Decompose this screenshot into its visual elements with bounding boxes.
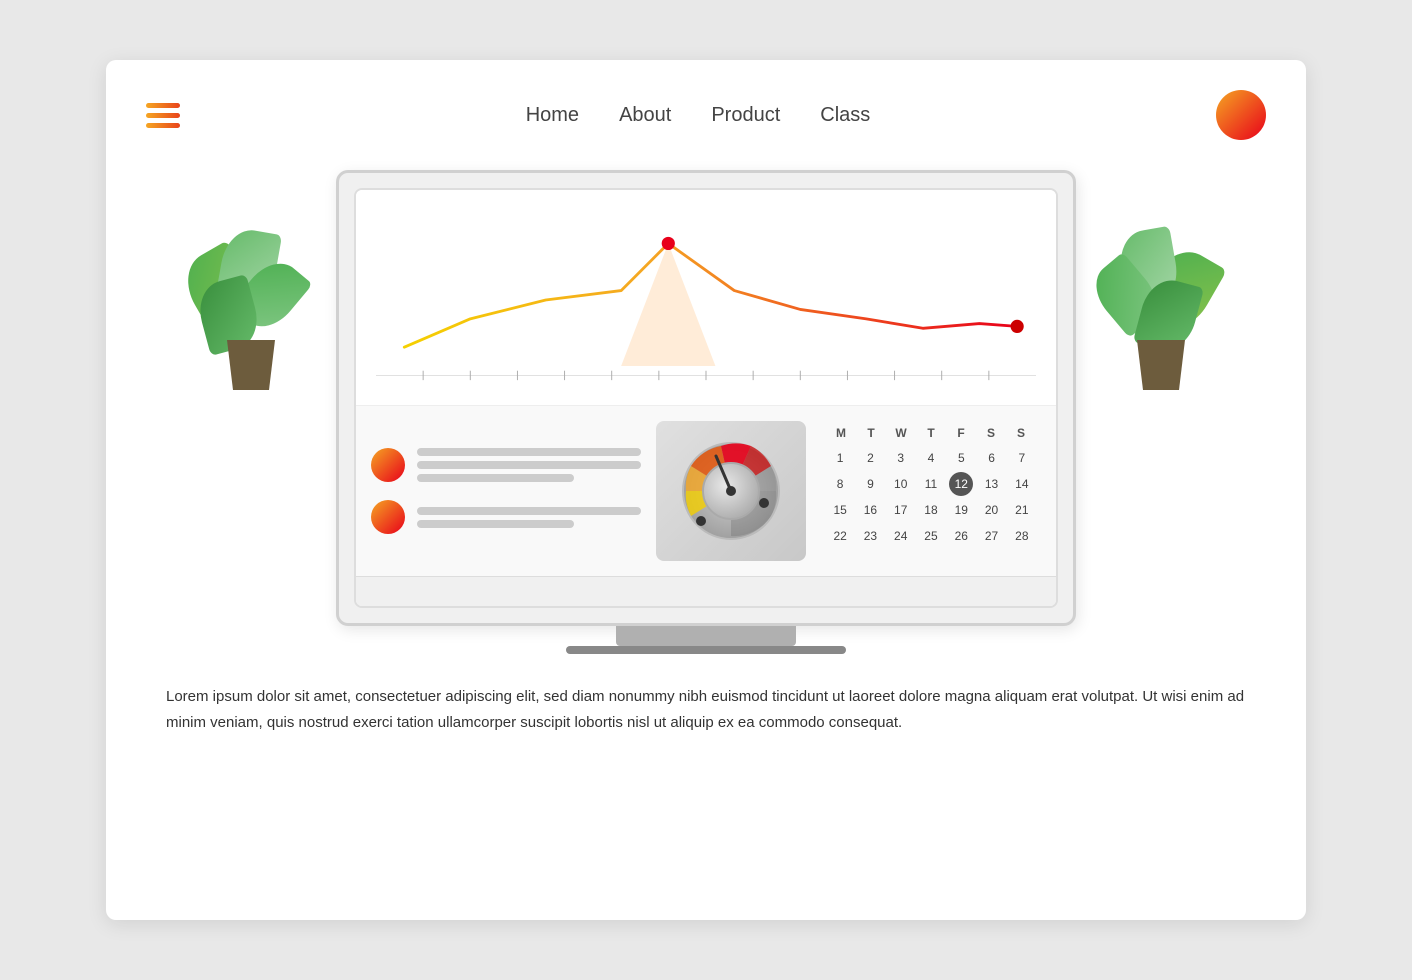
- monitor-base: [566, 646, 846, 654]
- pot-left: [221, 340, 281, 390]
- bottom-section: M T W T F S S 1 2: [356, 406, 1056, 576]
- cal-day[interactable]: 9: [858, 472, 882, 496]
- brand-circle: [1216, 90, 1266, 140]
- plant-leaves-left: [191, 230, 311, 350]
- cal-day[interactable]: 27: [980, 524, 1004, 548]
- cal-day[interactable]: 24: [889, 524, 913, 548]
- monitor: M T W T F S S 1 2: [336, 170, 1076, 626]
- item-dot-1: [371, 448, 405, 482]
- cal-day[interactable]: 11: [919, 472, 943, 496]
- hamburger-menu[interactable]: [146, 103, 180, 128]
- cal-day[interactable]: 2: [858, 446, 882, 470]
- item-line: [417, 461, 641, 469]
- cal-day[interactable]: 1: [828, 446, 852, 470]
- monitor-footer-bar: [356, 576, 1056, 606]
- cal-day[interactable]: 15: [828, 498, 852, 522]
- cal-day[interactable]: 7: [1010, 446, 1034, 470]
- hamburger-line-3: [146, 123, 180, 128]
- cal-header-s2: S: [1006, 426, 1036, 440]
- list-panel: [371, 421, 641, 561]
- nav-about[interactable]: About: [619, 104, 671, 127]
- item-lines-2: [417, 507, 641, 528]
- chart-area: [356, 190, 1056, 406]
- gauge-panel: [656, 421, 806, 561]
- cal-day[interactable]: 22: [828, 524, 852, 548]
- cal-header-w: W: [886, 426, 916, 440]
- cal-day[interactable]: 21: [1010, 498, 1034, 522]
- main-nav: Home About Product Class: [526, 104, 871, 127]
- list-item-1: [371, 448, 641, 482]
- cal-day[interactable]: 17: [889, 498, 913, 522]
- item-line: [417, 448, 641, 456]
- cal-header-s: S: [976, 426, 1006, 440]
- cal-day[interactable]: 6: [980, 446, 1004, 470]
- cal-day[interactable]: 19: [949, 498, 973, 522]
- monitor-screen: M T W T F S S 1 2: [354, 188, 1058, 608]
- cal-day[interactable]: 23: [858, 524, 882, 548]
- item-line: [417, 520, 574, 528]
- cal-day[interactable]: 8: [828, 472, 852, 496]
- list-item-2: [371, 500, 641, 534]
- item-lines-1: [417, 448, 641, 482]
- cal-day[interactable]: 10: [889, 472, 913, 496]
- item-dot-2: [371, 500, 405, 534]
- calendar-header: M T W T F S S: [826, 426, 1036, 440]
- main-card: Home About Product Class: [106, 60, 1306, 920]
- cal-day[interactable]: 28: [1010, 524, 1034, 548]
- dashboard-wrapper: M T W T F S S 1 2: [146, 170, 1266, 654]
- cal-day[interactable]: 18: [919, 498, 943, 522]
- calendar-grid: 1 2 3 4 5 6 7 8 9 10 11: [826, 446, 1036, 548]
- cal-day[interactable]: 13: [980, 472, 1004, 496]
- cal-header-t: T: [856, 426, 886, 440]
- item-line: [417, 507, 641, 515]
- nav-product[interactable]: Product: [711, 104, 780, 127]
- header: Home About Product Class: [146, 90, 1266, 140]
- cal-header-m: M: [826, 426, 856, 440]
- footer-text: Lorem ipsum dolor sit amet, consectetuer…: [146, 684, 1266, 735]
- cal-day[interactable]: 4: [919, 446, 943, 470]
- line-chart: [376, 210, 1036, 390]
- nav-class[interactable]: Class: [820, 104, 870, 127]
- cal-header-f: F: [946, 426, 976, 440]
- cal-day-today[interactable]: 12: [949, 472, 973, 496]
- cal-day[interactable]: 26: [949, 524, 973, 548]
- cal-day[interactable]: 20: [980, 498, 1004, 522]
- nav-home[interactable]: Home: [526, 104, 579, 127]
- hamburger-line-1: [146, 103, 180, 108]
- cal-day[interactable]: 3: [889, 446, 913, 470]
- plant-left: [186, 230, 316, 390]
- monitor-container: M T W T F S S 1 2: [336, 170, 1076, 654]
- cal-day[interactable]: 25: [919, 524, 943, 548]
- cal-day[interactable]: 16: [858, 498, 882, 522]
- hamburger-line-2: [146, 113, 180, 118]
- item-line: [417, 474, 574, 482]
- plant-leaves-right: [1101, 230, 1221, 350]
- cal-day[interactable]: 5: [949, 446, 973, 470]
- cal-day[interactable]: 14: [1010, 472, 1034, 496]
- pot-right: [1131, 340, 1191, 390]
- plant-right: [1096, 230, 1226, 390]
- cal-header-t2: T: [916, 426, 946, 440]
- calendar-panel: M T W T F S S 1 2: [821, 421, 1041, 561]
- gauge-chart: [671, 431, 791, 551]
- monitor-stand: [616, 626, 796, 646]
